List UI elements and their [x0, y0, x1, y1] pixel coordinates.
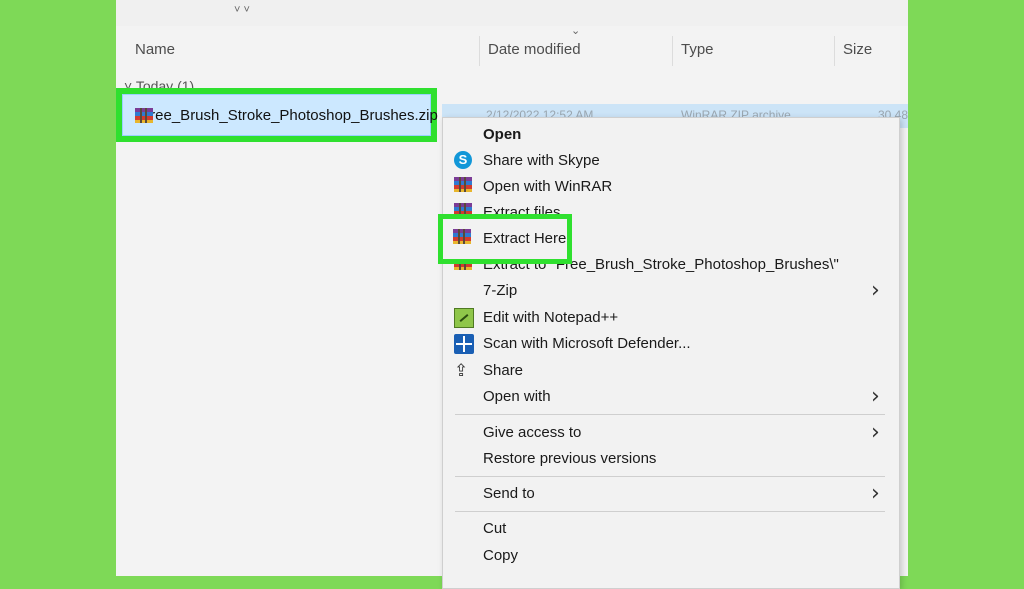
winrar-icon [454, 177, 474, 197]
menu-item-label: Open [483, 126, 522, 143]
column-divider[interactable] [834, 36, 835, 66]
file-name: Free_Brush_Stroke_Photoshop_Brushes.zip [141, 106, 438, 124]
context-menu: Open S Share with Skype Open with WinRAR… [442, 117, 900, 589]
menu-item-cut[interactable]: Cut [443, 516, 899, 542]
file-highlight-box: Free_Brush_Stroke_Photoshop_Brushes.zip [116, 88, 438, 142]
menu-item-label: Extract Here [483, 230, 567, 247]
skype-icon: S [454, 151, 472, 169]
column-header-type[interactable]: Type [681, 41, 714, 58]
menu-item-copy[interactable]: Copy [443, 543, 899, 569]
menu-item-open-with-winrar[interactable]: Open with WinRAR [443, 174, 899, 200]
menu-separator [455, 476, 885, 477]
menu-item-give-access-to[interactable]: Give access to › [443, 420, 899, 446]
menu-item-label: Open with [483, 388, 551, 405]
menu-item-open-with[interactable]: Open with › [443, 384, 899, 410]
toolbar-strip: ˅ ˅ [116, 0, 908, 27]
menu-item-label: Restore previous versions [483, 450, 657, 467]
winrar-icon [453, 229, 471, 249]
extract-here-highlight-box: Extract Here [438, 214, 572, 264]
sort-chevron-icon: ⌄ [571, 25, 581, 37]
menu-item-label: Open with WinRAR [483, 178, 613, 195]
menu-item-share[interactable]: ⇪ Share [443, 358, 899, 384]
file-list-item[interactable]: Free_Brush_Stroke_Photoshop_Brushes.zip [122, 94, 438, 136]
submenu-chevron-icon: › [871, 384, 880, 409]
column-header-name[interactable]: Name [135, 41, 175, 58]
column-divider[interactable] [672, 36, 673, 66]
menu-item-open[interactable]: Open [443, 122, 899, 148]
menu-item-label: Scan with Microsoft Defender... [483, 335, 691, 352]
menu-item-extract-here[interactable]: Extract Here [443, 219, 567, 259]
menu-item-label: 7-Zip [483, 282, 518, 299]
menu-item-label: Edit with Notepad++ [483, 309, 619, 326]
column-divider[interactable] [479, 36, 480, 66]
nav-chevron-icon: ˅ ˅ [234, 4, 250, 16]
menu-item-restore-previous-versions[interactable]: Restore previous versions [443, 446, 899, 472]
menu-item-label: Send to [483, 485, 535, 502]
menu-item-scan-defender[interactable]: Scan with Microsoft Defender... [443, 331, 899, 357]
menu-item-label: Share [483, 362, 524, 379]
menu-separator [455, 511, 885, 512]
submenu-chevron-icon: › [871, 278, 880, 303]
menu-item-7zip[interactable]: 7-Zip › [443, 278, 899, 304]
menu-item-share-with-skype[interactable]: S Share with Skype [443, 148, 899, 174]
menu-item-label: Cut [483, 520, 507, 537]
share-icon: ⇪ [454, 361, 469, 380]
column-header-date-modified[interactable]: Date modified [488, 41, 581, 58]
submenu-chevron-icon: › [871, 420, 880, 445]
menu-item-label: Copy [483, 547, 519, 564]
menu-separator [455, 414, 885, 415]
menu-item-label: Share with Skype [483, 152, 600, 169]
menu-item-edit-with-notepad[interactable]: Edit with Notepad++ [443, 305, 899, 331]
column-header-row: Name ⌄ Date modified Type Size [116, 25, 908, 72]
menu-item-label: Give access to [483, 424, 582, 441]
submenu-chevron-icon: › [871, 481, 880, 506]
menu-item-send-to[interactable]: Send to › [443, 481, 899, 507]
column-header-size[interactable]: Size [843, 41, 872, 58]
defender-icon [454, 334, 474, 354]
notepad-plus-plus-icon [454, 308, 474, 328]
